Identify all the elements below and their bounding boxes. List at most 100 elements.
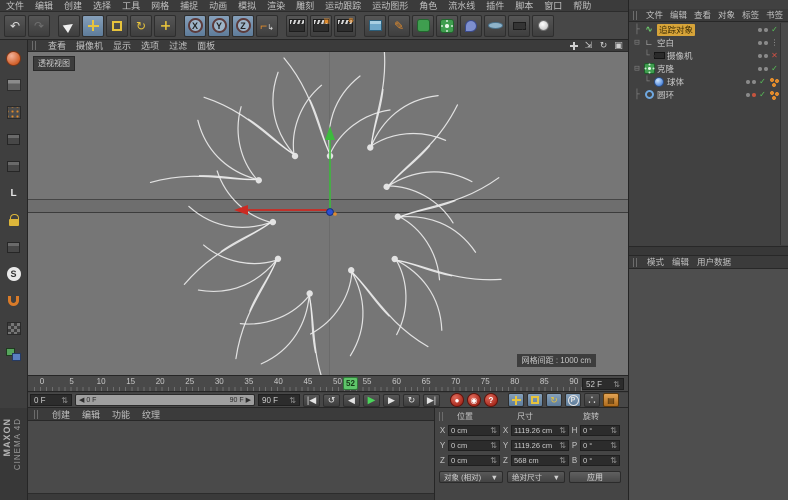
timeline-window-button[interactable]: ▤: [603, 393, 619, 407]
object-name[interactable]: 空白: [657, 37, 674, 49]
editor-visibility-dot[interactable]: [758, 40, 762, 45]
menu-pipeline[interactable]: 流水线: [448, 0, 475, 12]
spinner-icon[interactable]: ⇅: [610, 456, 617, 465]
solo-button[interactable]: [4, 237, 24, 257]
add-light-button[interactable]: [532, 14, 554, 37]
phong-tag-icon[interactable]: [769, 89, 779, 100]
panel-grip[interactable]: [439, 411, 445, 421]
edges-mode-button[interactable]: [4, 156, 24, 176]
vp-menu-display[interactable]: 显示: [113, 39, 131, 52]
menu-plugins[interactable]: 插件: [486, 0, 504, 12]
size-mode-dropdown[interactable]: 绝对尺寸 ▼: [507, 471, 565, 483]
panel-grip[interactable]: [633, 10, 639, 20]
record-position-toggle[interactable]: [508, 393, 524, 407]
viewport-canvas[interactable]: 透视视图 网格间距 : 1000 cm: [28, 52, 628, 375]
om-menu-file[interactable]: 文件: [646, 9, 663, 21]
add-spline-button[interactable]: ✎: [388, 14, 410, 37]
render-visibility-dot[interactable]: [764, 53, 768, 58]
object-name[interactable]: 摄像机: [667, 50, 693, 62]
add-camera-button[interactable]: [508, 14, 530, 37]
pan-view-icon[interactable]: [568, 41, 579, 51]
rot-p-field[interactable]: 0 ° ⇅: [580, 440, 620, 451]
am-menu-edit[interactable]: 编辑: [672, 256, 689, 268]
z-axis-lock-button[interactable]: Z: [232, 14, 254, 37]
make-editable-button[interactable]: [4, 48, 24, 68]
scale-tool-button[interactable]: [106, 14, 128, 37]
last-tool-button[interactable]: [154, 14, 176, 37]
render-view-button[interactable]: [286, 14, 308, 37]
render-visibility-dot[interactable]: [752, 92, 756, 97]
timeline-ruler[interactable]: 0 5 10 15 20 25 30 35 40 45 50 55 60 65 …: [28, 375, 628, 392]
size-y-field[interactable]: 1119.26 cm ⇅: [511, 440, 569, 451]
spinner-icon[interactable]: ⇅: [610, 426, 617, 435]
enable-check-icon[interactable]: ✓: [770, 64, 779, 73]
tree-expand-toggle[interactable]: ⊟: [633, 64, 641, 74]
maximize-view-icon[interactable]: ▣: [613, 40, 624, 51]
record-rotation-toggle[interactable]: ↻: [546, 393, 562, 407]
model-mode-button[interactable]: [4, 75, 24, 95]
apply-button[interactable]: 应用: [569, 471, 621, 483]
spinner-icon[interactable]: ⇅: [490, 426, 497, 435]
record-parameter-toggle[interactable]: P: [565, 393, 581, 407]
editor-visibility-dot[interactable]: [758, 53, 762, 58]
size-z-field[interactable]: 568 cm ⇅: [511, 455, 569, 466]
panel-divider[interactable]: [629, 246, 788, 256]
om-menu-objects[interactable]: 对象: [718, 9, 735, 21]
menu-tools[interactable]: 工具: [122, 0, 140, 12]
om-menu-view[interactable]: 查看: [694, 9, 711, 21]
am-menu-mode[interactable]: 模式: [647, 256, 664, 268]
enable-check-icon[interactable]: ✓: [758, 90, 767, 99]
magnet-snap-button[interactable]: [4, 291, 24, 311]
vp-menu-cameras[interactable]: 摄像机: [76, 39, 103, 52]
range-end-field[interactable]: 90 F ⇅: [258, 394, 300, 406]
add-subdivision-button[interactable]: [412, 14, 434, 37]
object-name[interactable]: 圆环: [657, 89, 674, 101]
disable-cross-icon[interactable]: ✕: [770, 51, 779, 60]
current-frame-field[interactable]: 52 F ⇅: [582, 378, 624, 390]
menu-window[interactable]: 窗口: [544, 0, 562, 12]
menu-edit[interactable]: 编辑: [35, 0, 53, 12]
texture-mode-button[interactable]: [4, 102, 24, 122]
om-menu-bookmarks[interactable]: 书签: [766, 9, 783, 21]
redo-button[interactable]: ↷: [28, 14, 50, 37]
state-dots-icon[interactable]: ⋮: [770, 38, 779, 47]
render-settings-button[interactable]: ☸: [334, 14, 356, 37]
menu-select[interactable]: 选择: [93, 0, 111, 12]
spinner-icon[interactable]: ⇅: [559, 456, 566, 465]
material-scrollbar[interactable]: [28, 493, 434, 500]
vp-menu-filter[interactable]: 过滤: [169, 39, 187, 52]
menu-snap[interactable]: 捕捉: [180, 0, 198, 12]
spinner-icon[interactable]: ⇅: [559, 426, 566, 435]
quantize-button[interactable]: [4, 318, 24, 338]
y-axis-lock-button[interactable]: Y: [208, 14, 230, 37]
pos-y-field[interactable]: 0 cm ⇅: [448, 440, 500, 451]
panel-grip[interactable]: [32, 41, 38, 50]
coordinate-system-button[interactable]: ⌐↳: [256, 14, 278, 37]
rot-b-field[interactable]: 0 ° ⇅: [580, 455, 620, 466]
panel-grip[interactable]: [34, 409, 40, 419]
enable-check-icon[interactable]: ✓: [770, 25, 779, 34]
x-axis-lock-button[interactable]: X: [184, 14, 206, 37]
rot-h-field[interactable]: 0 ° ⇅: [580, 425, 620, 436]
rotate-tool-button[interactable]: ↻: [130, 14, 152, 37]
goto-end-button[interactable]: ▶|: [423, 393, 440, 407]
menu-animate[interactable]: 动画: [209, 0, 227, 12]
add-primitive-button[interactable]: [364, 14, 386, 37]
object-manager-scrollbar[interactable]: [780, 23, 788, 245]
render-picture-viewer-button[interactable]: ▣: [310, 14, 332, 37]
range-start-field[interactable]: 0 F ⇅: [30, 394, 72, 406]
live-selection-button[interactable]: ▶: [58, 14, 80, 37]
record-keyframe-button[interactable]: ●: [450, 393, 464, 407]
tree-expand-toggle[interactable]: ⊟: [633, 38, 641, 48]
spinner-icon[interactable]: ⇅: [289, 396, 296, 405]
vp-menu-view[interactable]: 查看: [48, 39, 66, 52]
object-name[interactable]: 克隆: [657, 63, 674, 75]
spinner-icon[interactable]: ⇅: [610, 441, 617, 450]
object-name[interactable]: 追踪对象: [657, 23, 696, 36]
editor-visibility-dot[interactable]: [746, 79, 750, 84]
add-mograph-button[interactable]: [436, 14, 458, 37]
keyframe-selection-button[interactable]: ?: [484, 393, 498, 407]
editor-visibility-dot[interactable]: [758, 66, 762, 71]
prev-frame-button[interactable]: ◀: [343, 393, 360, 407]
record-pla-toggle[interactable]: ∴: [584, 393, 600, 407]
